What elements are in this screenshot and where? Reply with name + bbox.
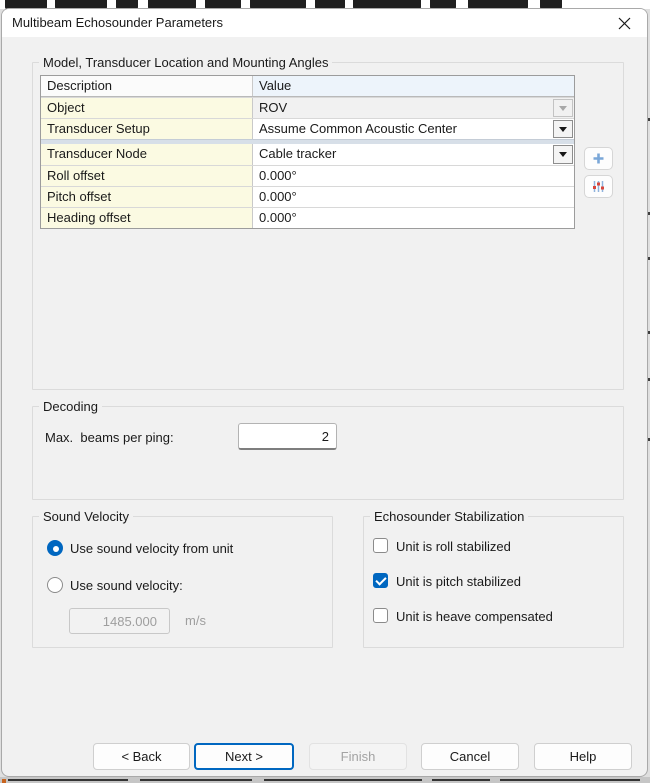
checkbox-label[interactable]: Unit is roll stabilized — [396, 539, 511, 554]
radio-use-sound-velocity[interactable] — [47, 577, 63, 593]
param-value[interactable]: Assume Common Acoustic Center — [253, 119, 574, 139]
chevron-down-icon — [559, 106, 567, 111]
param-value[interactable]: ROV — [253, 98, 574, 118]
param-value-text: Cable tracker — [259, 146, 336, 161]
radio-sound-velocity-from-unit[interactable] — [47, 540, 63, 556]
group-title: Sound Velocity — [39, 509, 133, 524]
table-row-object[interactable]: Object ROV — [41, 97, 574, 118]
table-row-heading-offset[interactable]: Heading offset 0.000° — [41, 207, 574, 228]
max-beams-input[interactable] — [238, 423, 337, 450]
param-name: Pitch offset — [41, 187, 253, 207]
param-value[interactable]: 0.000° — [253, 166, 574, 186]
dropdown-button[interactable] — [553, 120, 573, 138]
table-header-row: Description Value — [41, 76, 574, 97]
param-value[interactable]: Cable tracker — [253, 144, 574, 165]
title-bar: Multibeam Echosounder Parameters — [2, 9, 647, 37]
sound-velocity-input — [69, 608, 170, 634]
param-name: Object — [41, 98, 253, 118]
table-row-transducer-setup[interactable]: Transducer Setup Assume Common Acoustic … — [41, 118, 574, 139]
param-value[interactable]: 0.000° — [253, 187, 574, 207]
node-settings-button[interactable] — [584, 175, 613, 198]
param-value-text: Assume Common Acoustic Center — [259, 121, 457, 136]
dropdown-button-disabled — [553, 99, 573, 117]
table-row-pitch-offset[interactable]: Pitch offset 0.000° — [41, 186, 574, 207]
dialog-title: Multibeam Echosounder Parameters — [12, 9, 223, 37]
param-name: Heading offset — [41, 208, 253, 228]
column-header-description[interactable]: Description — [41, 76, 253, 96]
close-icon — [618, 17, 631, 30]
table-row-transducer-node[interactable]: Transducer Node Cable tracker — [41, 144, 574, 165]
group-title: Model, Transducer Location and Mounting … — [39, 55, 332, 70]
table-row-roll-offset[interactable]: Roll offset 0.000° — [41, 165, 574, 186]
param-value-text: 0.000° — [259, 189, 297, 204]
checkbox-label[interactable]: Unit is pitch stabilized — [396, 574, 521, 589]
checkbox-heave-compensated[interactable] — [373, 608, 388, 623]
back-button[interactable]: < Back — [93, 743, 190, 770]
sliders-icon — [591, 179, 606, 194]
param-value[interactable]: 0.000° — [253, 208, 574, 228]
group-title: Echosounder Stabilization — [370, 509, 528, 524]
multibeam-parameters-dialog: Multibeam Echosounder Parameters Model, … — [1, 8, 648, 777]
cancel-button[interactable]: Cancel — [421, 743, 519, 770]
checkbox-roll-stabilized[interactable] — [373, 538, 388, 553]
group-title: Decoding — [39, 399, 102, 414]
param-value-text: 0.000° — [259, 168, 297, 183]
radio-label[interactable]: Use sound velocity: — [70, 578, 183, 593]
parameter-table: Description Value Object ROV Transducer … — [40, 75, 575, 229]
add-node-button[interactable] — [584, 147, 613, 170]
close-button[interactable] — [607, 9, 641, 37]
column-header-value[interactable]: Value — [253, 76, 574, 96]
dropdown-button[interactable] — [553, 145, 573, 164]
param-name: Transducer Node — [41, 144, 253, 165]
radio-label[interactable]: Use sound velocity from unit — [70, 541, 233, 556]
decoding-group: Decoding — [32, 406, 624, 500]
checkbox-label[interactable]: Unit is heave compensated — [396, 609, 553, 624]
param-value-text: ROV — [259, 100, 287, 115]
help-button[interactable]: Help — [534, 743, 632, 770]
velocity-unit-label: m/s — [185, 613, 206, 628]
param-name: Roll offset — [41, 166, 253, 186]
add-icon — [592, 152, 605, 165]
occluded-window-bottom — [0, 777, 650, 783]
checkbox-pitch-stabilized[interactable] — [373, 573, 388, 588]
param-value-text: 0.000° — [259, 210, 297, 225]
finish-button: Finish — [309, 743, 407, 770]
chevron-down-icon — [559, 152, 567, 157]
next-button[interactable]: Next > — [194, 743, 294, 770]
chevron-down-icon — [559, 127, 567, 132]
max-beams-label: Max. beams per ping: — [45, 430, 174, 445]
param-name: Transducer Setup — [41, 119, 253, 139]
screen: Multibeam Echosounder Parameters Model, … — [0, 0, 650, 783]
